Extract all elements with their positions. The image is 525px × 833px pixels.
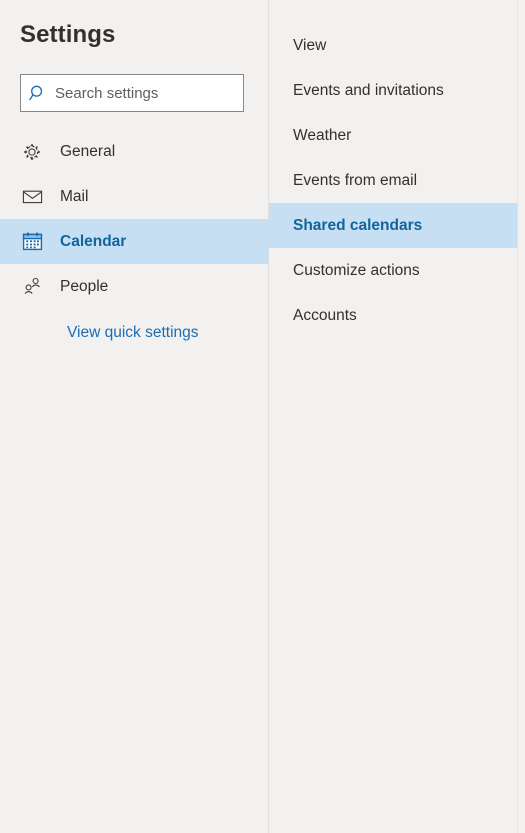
sidebar-item-label: Mail <box>60 187 89 205</box>
calendar-icon <box>22 231 54 252</box>
sidebar-nav-list: General Mail Calendar People <box>0 129 269 309</box>
sidebar-item-mail[interactable]: Mail <box>0 174 269 219</box>
sidebar-item-calendar[interactable]: Calendar <box>0 219 269 264</box>
submenu-item-events-and-invitations[interactable]: Events and invitations <box>269 68 517 113</box>
gear-icon <box>22 142 54 162</box>
submenu-item-shared-calendars[interactable]: Shared calendars <box>269 203 517 248</box>
page-title: Settings <box>20 21 116 48</box>
sidebar-item-people[interactable]: People <box>0 264 269 309</box>
submenu-column: View Events and invitations Weather Even… <box>269 0 518 833</box>
submenu-item-accounts[interactable]: Accounts <box>269 293 517 338</box>
submenu-item-weather[interactable]: Weather <box>269 113 517 158</box>
submenu-item-view[interactable]: View <box>269 23 517 68</box>
search-input[interactable] <box>55 84 235 102</box>
people-icon <box>22 276 54 297</box>
submenu-item-customize-actions[interactable]: Customize actions <box>269 248 517 293</box>
sidebar-item-label: General <box>60 142 116 160</box>
submenu-item-events-from-email[interactable]: Events from email <box>269 158 517 203</box>
search-icon <box>21 84 55 102</box>
calendar-settings-submenu-pane: View Events and invitations Weather Even… <box>269 0 525 833</box>
envelope-icon <box>22 186 54 207</box>
sidebar-item-label: Calendar <box>60 232 127 250</box>
sidebar-item-general[interactable]: General <box>0 129 269 174</box>
calendar-submenu-list: View Events and invitations Weather Even… <box>269 23 517 338</box>
sidebar-item-label: People <box>60 277 109 295</box>
search-settings-box[interactable] <box>20 74 244 112</box>
view-quick-settings-link[interactable]: View quick settings <box>67 324 199 342</box>
settings-sidebar: Settings Search settings General Mail Ca… <box>0 0 269 833</box>
settings-pane: Settings Search settings General Mail Ca… <box>0 0 525 833</box>
